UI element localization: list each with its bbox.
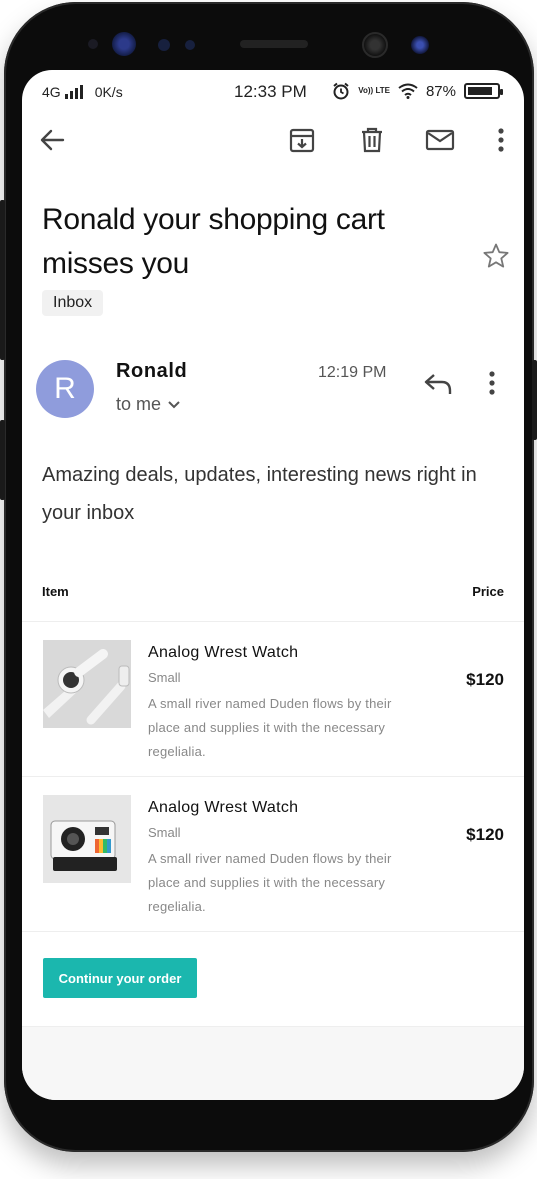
volte-indicator: Vo)) LTE — [358, 86, 390, 95]
sender-row: R Ronald to me 12:19 PM — [22, 356, 524, 422]
reply-icon[interactable] — [422, 370, 454, 403]
star-icon[interactable] — [482, 242, 510, 275]
watch-image — [43, 640, 131, 728]
product-title[interactable]: Analog Wrest Watch — [148, 799, 298, 817]
power-button — [532, 360, 537, 440]
email-toolbar — [22, 116, 524, 168]
screen: 4G 0K/s 12:33 PM Vo)) LTE 87% Ronald you… — [22, 70, 524, 1100]
iris-scanner — [112, 32, 136, 56]
bixby-button — [0, 420, 5, 500]
sensor-dot — [88, 39, 98, 49]
clock: 12:33 PM — [234, 82, 307, 101]
more-vertical-icon[interactable] — [483, 122, 519, 158]
product-price: $120 — [466, 670, 504, 689]
archive-icon[interactable] — [284, 122, 320, 158]
table-row[interactable]: Analog Wrest Watch Small A small river n… — [22, 777, 524, 932]
recipient-label: to me — [116, 394, 162, 414]
column-header-item: Item — [42, 584, 69, 599]
proximity-sensor — [411, 36, 429, 54]
column-header-price: Price — [472, 584, 504, 599]
sent-time: 12:19 PM — [318, 364, 387, 381]
table-header: Item Price — [22, 580, 524, 622]
email-footer — [22, 1026, 524, 1100]
product-description: A small river named Duden flows by their… — [148, 696, 392, 759]
signal-icon — [64, 85, 83, 99]
phone-frame: 4G 0K/s 12:33 PM Vo)) LTE 87% Ronald you… — [4, 2, 534, 1152]
more-vertical-icon[interactable] — [488, 370, 496, 401]
camera-image — [43, 795, 131, 883]
battery-icon — [464, 83, 503, 99]
recipient-toggle[interactable]: to me — [116, 394, 181, 415]
product-description: A small river named Duden flows by their… — [148, 851, 392, 914]
trash-icon[interactable] — [354, 122, 390, 158]
sensor-dot — [158, 39, 170, 51]
avatar[interactable]: R — [36, 360, 94, 418]
product-size: Small — [148, 825, 181, 840]
back-arrow-icon[interactable] — [34, 122, 70, 158]
continue-order-button[interactable]: Continur your order — [43, 958, 197, 998]
product-price: $120 — [466, 825, 504, 844]
front-camera — [362, 32, 388, 58]
product-title[interactable]: Analog Wrest Watch — [148, 644, 298, 662]
chevron-down-icon — [168, 400, 180, 408]
alarm-icon — [333, 82, 349, 100]
email-subject: Ronald your shopping cart misses you — [42, 203, 385, 280]
inbox-label-chip[interactable]: Inbox — [42, 290, 104, 316]
volume-button — [0, 200, 5, 360]
network-type: 4G — [42, 84, 61, 100]
battery-percent: 87% — [425, 82, 456, 100]
mail-icon[interactable] — [422, 122, 458, 158]
wifi-icon — [398, 83, 418, 99]
sensor-dot — [185, 40, 195, 50]
email-intro-text: Amazing deals, updates, interesting news… — [42, 464, 477, 524]
status-bar: 4G 0K/s 12:33 PM Vo)) LTE 87% — [22, 70, 524, 116]
sender-name: Ronald — [116, 360, 188, 382]
network-speed: 0K/s — [94, 84, 123, 100]
table-row[interactable]: Analog Wrest Watch Small A small river n… — [22, 622, 524, 777]
product-size: Small — [148, 670, 181, 685]
earpiece-speaker — [240, 40, 308, 48]
